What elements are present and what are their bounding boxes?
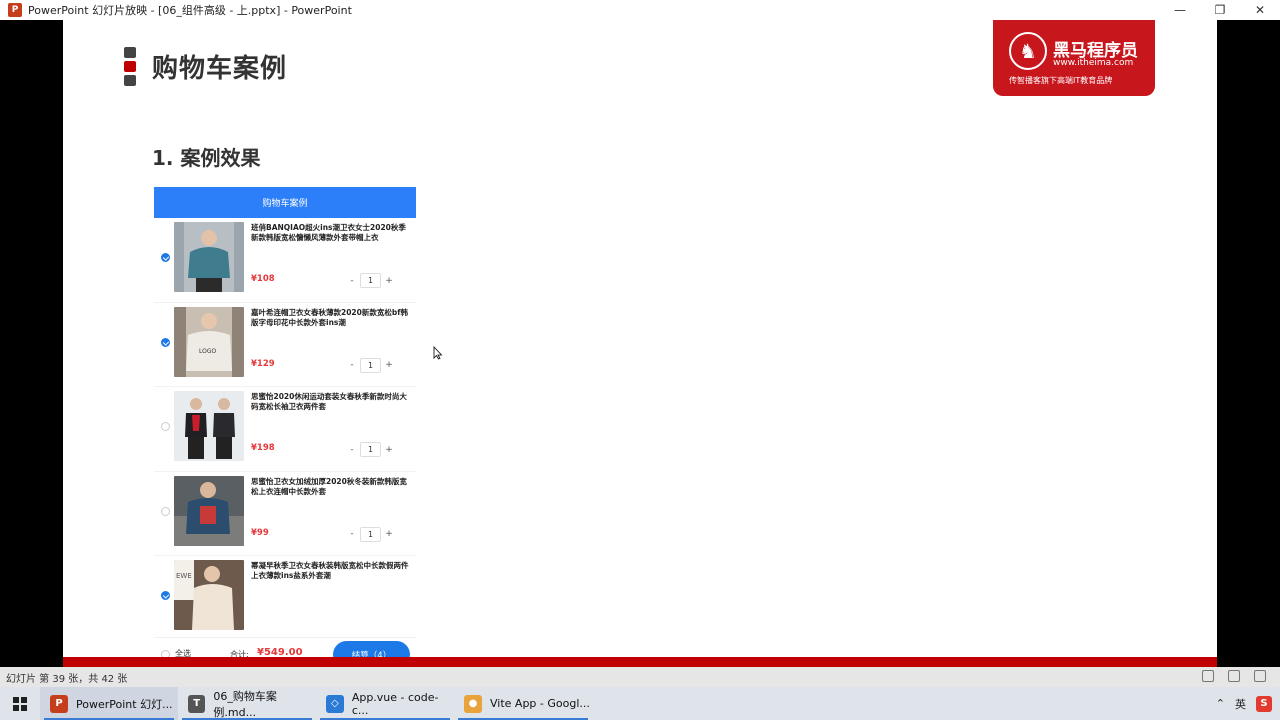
item-checkbox[interactable] xyxy=(161,422,170,431)
decrease-button[interactable]: - xyxy=(344,276,360,286)
product-name: 思蜜怡卫衣女加绒加厚2020秋冬装新款韩版宽松上衣连帽中长款外套 xyxy=(251,476,407,496)
product-image xyxy=(174,391,244,461)
item-checkbox[interactable] xyxy=(161,591,170,600)
quantity-value[interactable]: 1 xyxy=(360,526,381,542)
section-title: 1. 案例效果 xyxy=(152,146,261,170)
powerpoint-icon: P xyxy=(8,3,22,17)
logo-tagline: 传智播客旗下高端IT教育品牌 xyxy=(1009,76,1113,85)
cart-item: LOGO 嘉叶希连帽卫衣女春秋薄款2020新款宽松bf韩版字母印花中长款外套in… xyxy=(154,303,416,387)
taskbar-app-powerpoint[interactable]: P PowerPoint 幻灯... xyxy=(40,687,178,720)
status-bar: 幻灯片 第 39 张，共 42 张 xyxy=(0,667,1280,687)
item-checkbox[interactable] xyxy=(161,506,170,516)
quantity-stepper: - 1 + xyxy=(344,442,397,457)
reading-view-icon[interactable] xyxy=(1228,670,1240,682)
item-checkbox[interactable] xyxy=(161,253,170,262)
quantity-value[interactable]: 1 xyxy=(360,442,381,457)
restore-button[interactable]: ❐ xyxy=(1200,0,1240,20)
title-decoration xyxy=(124,47,136,89)
quantity-stepper: - 1 + xyxy=(344,357,397,373)
decrease-button[interactable]: - xyxy=(344,445,360,455)
product-image: EWE xyxy=(174,560,244,630)
typora-icon: T xyxy=(188,694,206,713)
increase-button[interactable]: + xyxy=(381,445,397,455)
sogou-icon[interactable]: S xyxy=(1256,695,1272,712)
ime-indicator[interactable]: 英 xyxy=(1235,696,1246,712)
cart-item: 班俏BANQIAO超火ins潮卫衣女士2020秋季新款韩版宽松慵懒风薄款外套带帽… xyxy=(154,218,416,303)
product-name: 思蜜怡2020休闲运动套装女春秋季新款时尚大码宽松长袖卫衣两件套 xyxy=(251,392,407,411)
slide-title: 购物车案例 xyxy=(152,54,288,84)
horse-logo-icon: ♞ xyxy=(1009,32,1047,70)
taskbar-app-typora[interactable]: T 06_购物车案例.md... xyxy=(178,687,316,720)
quantity-stepper: - 1 + xyxy=(344,273,397,288)
cart-item: 思蜜怡卫衣女加绒加厚2020秋冬装新款韩版宽松上衣连帽中长款外套 ¥99 - 1… xyxy=(154,472,416,556)
slide-counter: 幻灯片 第 39 张，共 42 张 xyxy=(6,673,128,685)
slideshow-icon[interactable] xyxy=(1254,670,1266,682)
vscode-icon: ◇ xyxy=(326,694,344,713)
taskbar-app-label: 06_购物车案例.md... xyxy=(213,689,277,719)
svg-text:EWE: EWE xyxy=(176,572,192,580)
product-image: LOGO xyxy=(174,306,244,377)
system-tray: ⌃ 英 S xyxy=(1216,687,1272,720)
quantity-stepper: - 1 + xyxy=(344,526,397,542)
product-price: ¥129 xyxy=(251,358,275,369)
logo-url: www.itheima.com xyxy=(1053,58,1134,68)
quantity-value[interactable]: 1 xyxy=(360,357,381,373)
product-name: 幂凝早秋季卫衣女春秋装韩版宽松中长款假两件上衣薄款ins盐系外套潮 xyxy=(251,561,409,580)
product-price: ¥108 xyxy=(251,274,275,284)
quantity-value[interactable]: 1 xyxy=(360,273,381,288)
taskbar: P PowerPoint 幻灯... T 06_购物车案例.md... ◇ Ap… xyxy=(0,687,1280,720)
taskbar-app-label: PowerPoint 幻灯... xyxy=(76,697,173,711)
cart-item: 思蜜怡2020休闲运动套装女春秋季新款时尚大码宽松长袖卫衣两件套 ¥198 - … xyxy=(154,387,416,472)
taskbar-app-label: Vite App - Googl... xyxy=(490,697,590,710)
normal-view-icon[interactable] xyxy=(1202,670,1214,682)
window-title: PowerPoint 幻灯片放映 - [06_组件高级 - 上.pptx] - … xyxy=(28,4,352,17)
svg-text:LOGO: LOGO xyxy=(199,348,217,355)
product-price: ¥99 xyxy=(251,527,269,538)
product-name: 班俏BANQIAO超火ins潮卫衣女士2020秋季新款韩版宽松慵懒风薄款外套带帽… xyxy=(251,223,406,242)
taskbar-app-chrome[interactable]: ● Vite App - Googl... xyxy=(454,687,592,720)
chrome-icon: ● xyxy=(464,694,482,713)
increase-button[interactable]: + xyxy=(381,529,397,539)
product-name: 嘉叶希连帽卫衣女春秋薄款2020新款宽松bf韩版字母印花中长款外套ins潮 xyxy=(251,307,409,327)
product-image xyxy=(174,222,244,292)
taskbar-app-label: App.vue - code-c... xyxy=(351,690,439,717)
slideshow-stage[interactable]: 购物车案例 1. 案例效果 ♞ 黑马程序员 www.itheima.com 传智… xyxy=(0,20,1280,667)
decrease-button[interactable]: - xyxy=(344,360,360,370)
close-button[interactable]: ✕ xyxy=(1240,0,1280,20)
slide-footer-bar xyxy=(63,657,1217,667)
cart-header: 购物车案例 xyxy=(154,187,416,218)
cart-demo-screenshot: 购物车案例 班俏BANQIAO超火ins潮卫衣女士2020秋季新款韩版宽松慵懒风… xyxy=(154,187,416,667)
increase-button[interactable]: + xyxy=(381,360,397,370)
cart-item: EWE 幂凝早秋季卫衣女春秋装韩版宽松中长款假两件上衣薄款ins盐系外套潮 xyxy=(154,556,416,636)
slide[interactable]: 购物车案例 1. 案例效果 ♞ 黑马程序员 www.itheima.com 传智… xyxy=(63,20,1217,667)
window-title-bar: P PowerPoint 幻灯片放映 - [06_组件高级 - 上.pptx] … xyxy=(0,0,1280,20)
decrease-button[interactable]: - xyxy=(344,529,360,539)
taskbar-app-vscode[interactable]: ◇ App.vue - code-c... xyxy=(316,687,454,720)
start-button[interactable] xyxy=(0,687,40,720)
increase-button[interactable]: + xyxy=(381,276,397,286)
itheima-logo: ♞ 黑马程序员 www.itheima.com 传智播客旗下高端IT教育品牌 xyxy=(993,20,1155,96)
item-checkbox[interactable] xyxy=(161,337,170,347)
powerpoint-icon: P xyxy=(50,694,68,713)
minimize-button[interactable]: — xyxy=(1160,0,1200,20)
mouse-cursor-icon xyxy=(433,346,443,360)
tray-chevron-icon[interactable]: ⌃ xyxy=(1216,697,1225,710)
product-price: ¥198 xyxy=(251,443,275,453)
product-image xyxy=(174,475,244,546)
windows-icon xyxy=(13,696,27,711)
